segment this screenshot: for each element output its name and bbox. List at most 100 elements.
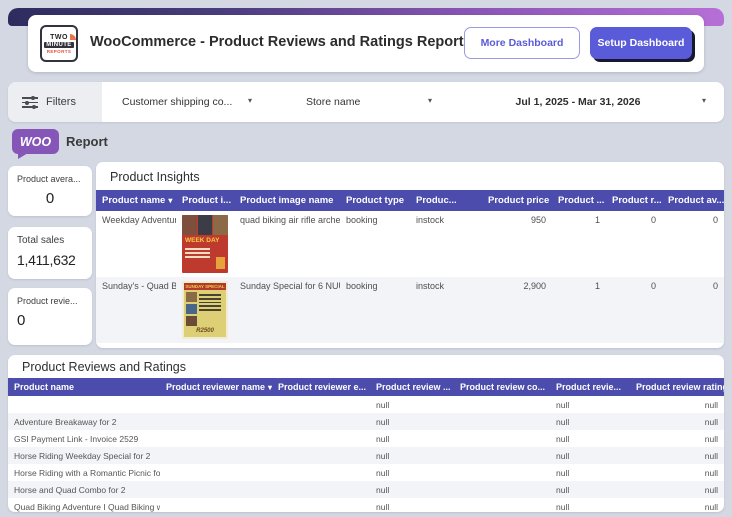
table-row: Sunday's - Quad Bi... SUNDAY SPECIAL R25… xyxy=(96,277,724,343)
table-row: Horse Riding with a Romantic Picnic for … xyxy=(8,464,724,481)
product-reviews-cell: 0 xyxy=(650,215,656,225)
product-qty-cell: 1 xyxy=(594,215,600,225)
column-header-product-average[interactable]: Product av... xyxy=(662,190,724,211)
column-header-product-name[interactable]: Product name ▾ xyxy=(96,190,176,211)
column-header-product-reviews[interactable]: Product r... xyxy=(606,190,662,211)
review-cell: null xyxy=(376,416,390,427)
kpi-label: Product avera... xyxy=(17,174,81,184)
filters-button[interactable]: Filters xyxy=(8,82,102,122)
product-type-cell: booking xyxy=(346,215,378,225)
filter-bar: Filters Customer shipping co... ▾ Store … xyxy=(8,82,724,122)
product-thumbnail-image: SUNDAY SPECIAL R2500 xyxy=(182,281,228,339)
review-rating-cell: null xyxy=(704,450,718,461)
product-average-cell: 0 xyxy=(712,281,718,291)
logo-pie-icon xyxy=(69,33,76,40)
product-name-cell: Adventure Breakaway for 2 xyxy=(14,416,117,427)
kpi-card-total-sales: Total sales 1,411,632 xyxy=(8,227,92,279)
product-qty-cell: 1 xyxy=(594,281,600,291)
dashboard-page: TWO MINUTE REPORTS WooCommerce - Product… xyxy=(0,0,732,517)
column-header-product-name[interactable]: Product name xyxy=(8,378,160,396)
column-header-product-price[interactable]: Product price xyxy=(482,190,552,211)
product-name-cell: Horse Riding with a Romantic Picnic for … xyxy=(14,467,160,478)
product-reviews-table: Product name Product reviewer name ▾ Prod… xyxy=(8,378,724,512)
column-header-product-stock[interactable]: Produc... xyxy=(410,190,482,211)
kpi-label: Total sales xyxy=(17,235,65,246)
kpi-value: 0 xyxy=(45,190,55,207)
product-stock-cell: instock xyxy=(416,281,445,291)
sort-icon: ▾ xyxy=(268,383,272,392)
column-header-reviewer-name[interactable]: Product reviewer name ▾ xyxy=(160,378,272,396)
review-cell: null xyxy=(376,450,390,461)
column-header-review-content[interactable]: Product review co... xyxy=(454,378,550,396)
kpi-value: 1,411,632 xyxy=(17,252,76,268)
product-stock-cell: instock xyxy=(416,215,445,225)
product-name-cell: Horse Riding Weekday Special for 2 xyxy=(14,450,151,461)
review-cell: null xyxy=(376,433,390,444)
logo-line-1: TWO xyxy=(50,33,76,41)
product-image-name-cell: Sunday Special for 6 NUUT... xyxy=(240,281,340,291)
review-date-cell: null xyxy=(556,433,570,444)
report-badge: WOO Report xyxy=(12,129,108,159)
column-header-product-image[interactable]: Product i... xyxy=(176,190,234,211)
review-date-cell: null xyxy=(556,501,570,512)
report-label: Report xyxy=(66,134,108,149)
review-date-cell: null xyxy=(556,484,570,495)
product-price-cell: 2,900 xyxy=(523,281,546,291)
kpi-value: 0 xyxy=(17,312,26,329)
review-date-cell: null xyxy=(556,399,570,410)
product-image-name-cell: quad biking air rifle archery ... xyxy=(240,215,340,225)
review-rating-cell: null xyxy=(704,416,718,427)
product-name-cell xyxy=(8,396,160,413)
more-dashboard-button[interactable]: More Dashboard xyxy=(464,27,580,59)
review-date-cell: null xyxy=(556,467,570,478)
column-header-review[interactable]: Product review ... xyxy=(370,378,454,396)
filters-label: Filters xyxy=(46,96,76,108)
product-thumbnail-image: WEEK DAY xyxy=(182,215,228,273)
poster-text: SUNDAY SPECIAL xyxy=(184,283,226,290)
product-name-cell: Quad Biking Adventure I Quad Biking wit.… xyxy=(14,501,160,512)
review-rating-cell: null xyxy=(704,501,718,512)
product-insights-table: Product name ▾ Product i... Product image… xyxy=(96,190,724,343)
review-rating-cell: null xyxy=(704,484,718,495)
column-header-product-type[interactable]: Product type xyxy=(340,190,410,211)
product-type-cell: booking xyxy=(346,281,378,291)
product-reviews-cell: 0 xyxy=(650,281,656,291)
column-header-review-rating[interactable]: Product review rating xyxy=(630,378,724,396)
logo-line-2: MINUTE xyxy=(44,41,74,48)
product-name-cell: Sunday's - Quad Bi... xyxy=(102,281,176,291)
column-header-reviewer-email[interactable]: Product reviewer e... xyxy=(272,378,370,396)
kpi-card-product-average: Product avera... 0 xyxy=(8,166,92,216)
chevron-down-icon[interactable]: ▾ xyxy=(248,96,252,105)
product-image-cell: WEEK DAY xyxy=(176,211,234,277)
customer-shipping-dropdown[interactable]: Customer shipping co... xyxy=(122,96,232,108)
review-rating-cell: null xyxy=(704,433,718,444)
setup-dashboard-button[interactable]: Setup Dashboard xyxy=(590,27,692,59)
product-reviews-panel: Product Reviews and Ratings Product name… xyxy=(8,355,724,512)
review-rating-cell: null xyxy=(704,467,718,478)
panel-title: Product Reviews and Ratings xyxy=(22,360,186,374)
product-name-cell: Horse and Quad Combo for 2 xyxy=(14,484,126,495)
review-cell: null xyxy=(376,399,390,410)
product-name-cell: Weekday Adventur... xyxy=(102,215,176,225)
poster-text: WEEK DAY xyxy=(185,237,220,244)
store-name-dropdown[interactable]: Store name xyxy=(306,96,360,108)
chevron-down-icon[interactable]: ▾ xyxy=(702,96,706,105)
table-header-row: Product name Product reviewer name ▾ Prod… xyxy=(8,378,724,396)
kpi-card-product-reviews: Product revie... 0 xyxy=(8,288,92,345)
table-row: null null null xyxy=(8,396,724,413)
header-card: TWO MINUTE REPORTS WooCommerce - Product… xyxy=(28,15,704,72)
chevron-down-icon[interactable]: ▾ xyxy=(428,96,432,105)
table-row: Weekday Adventur... WEEK DAY quad biking… xyxy=(96,211,724,277)
kpi-label: Product revie... xyxy=(17,296,78,306)
product-average-cell: 0 xyxy=(712,215,718,225)
table-row: Adventure Breakaway for 2 null null null xyxy=(8,413,724,430)
panel-title: Product Insights xyxy=(110,170,200,184)
table-header-row: Product name ▾ Product i... Product image… xyxy=(96,190,724,211)
date-range-dropdown[interactable]: Jul 1, 2025 - Mar 31, 2026 xyxy=(478,96,678,108)
column-header-review-date[interactable]: Product revie... xyxy=(550,378,630,396)
column-header-product-qty[interactable]: Product ... xyxy=(552,190,606,211)
review-date-cell: null xyxy=(556,450,570,461)
two-minute-reports-logo: TWO MINUTE REPORTS xyxy=(40,25,78,62)
logo-line-3: REPORTS xyxy=(46,48,72,54)
column-header-product-image-name[interactable]: Product image name xyxy=(234,190,340,211)
